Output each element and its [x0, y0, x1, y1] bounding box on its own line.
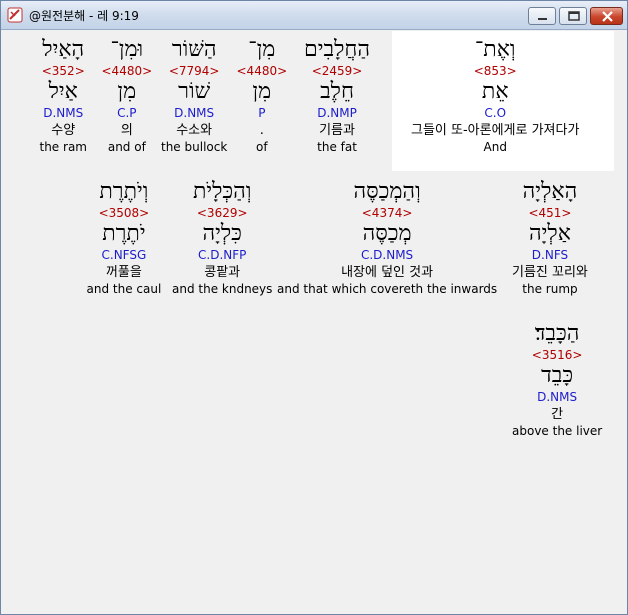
- root-word: מְכַסֶּה: [362, 221, 412, 246]
- morphology-code: P: [258, 106, 266, 120]
- english-gloss: the fat: [317, 140, 357, 154]
- root-word: כָּבֵד: [541, 363, 574, 388]
- korean-gloss: 수소와: [176, 123, 213, 138]
- english-gloss: above the liver: [512, 424, 603, 438]
- korean-gloss: 기름과: [319, 123, 355, 138]
- english-gloss: the ram: [39, 140, 87, 154]
- hebrew-word: וְאֶת־: [474, 37, 516, 62]
- hebrew-word: הָאַיִל: [42, 37, 85, 62]
- morphology-code: C.D.NFP: [198, 248, 247, 262]
- word-card[interactable]: הַכָּבֵד׃ <3516> כָּבֵד D.NMS 간 above the liv…: [512, 321, 602, 439]
- root-word: חֵלֶב: [320, 79, 354, 104]
- hebrew-word: הַשּׁוֹר: [171, 37, 217, 62]
- morphology-code: D.NMS: [43, 106, 84, 120]
- word-card[interactable]: וְיֹתֶרֶת <3508> יֹתֶרֶת C.NFSG 꺼풀을 and the c…: [87, 179, 162, 297]
- strong-number[interactable]: <3516>: [512, 347, 602, 363]
- word-card[interactable]: וְהַכְּלָיֹת <3629> כִּלְיָה C.D.NFP 콩팥과 and …: [172, 179, 272, 297]
- word-card[interactable]: וּמִן־ <4480> מִן C.P 의 and of: [102, 37, 153, 155]
- close-button[interactable]: [590, 7, 623, 25]
- korean-gloss: 콩팥과: [204, 265, 241, 280]
- word-card[interactable]: הַחֲלָבִים <2459> חֵלֶב D.NMP 기름과 the fat: [304, 37, 370, 155]
- root-word: אַיִל: [48, 79, 78, 104]
- hebrew-word: וְהַכְּלָיֹת: [192, 179, 252, 204]
- korean-gloss: 기름진 꼬리와: [512, 265, 588, 280]
- korean-gloss: 내장에 덮인 것과: [341, 265, 434, 280]
- korean-gloss: 꺼풀을: [105, 265, 142, 280]
- korean-gloss: 그들이 또-아론에게로 가져다가: [411, 123, 580, 138]
- strong-number[interactable]: <2459>: [304, 63, 370, 79]
- window-title: @원전분해 - 레 9:19: [29, 9, 139, 23]
- root-word: מִן: [252, 79, 272, 104]
- english-gloss: and that which covereth the inwards: [277, 282, 498, 296]
- hebrew-word: הָאַלְיָה: [522, 179, 578, 204]
- minimize-button[interactable]: [528, 7, 556, 25]
- morphology-code: D.NMS: [537, 390, 578, 404]
- korean-gloss: 의: [120, 123, 133, 138]
- hebrew-word: הַחֲלָבִים: [304, 37, 371, 62]
- korean-gloss: 수양: [51, 123, 76, 138]
- maximize-button[interactable]: [559, 7, 587, 25]
- word-card[interactable]: מִן־ <4480> מִן P. of: [237, 37, 288, 155]
- word-card[interactable]: הָאַלְיָה <451> אַלְיָה D.NFS 기름진 꼬리와 the rum…: [512, 179, 588, 297]
- strong-number[interactable]: <3629>: [172, 205, 272, 221]
- english-gloss: the rump: [522, 282, 578, 296]
- morphology-code: C.P: [117, 106, 137, 120]
- title-bar[interactable]: @원전분해 - 레 9:19: [1, 1, 627, 30]
- morphology-code: D.NMP: [317, 106, 357, 120]
- root-word: אַלְיָה: [528, 221, 571, 246]
- hebrew-word: וּמִן־: [110, 37, 144, 62]
- hebrew-word: הַכָּבֵד׃: [534, 321, 580, 346]
- strong-number[interactable]: <4480>: [102, 63, 153, 79]
- strong-number[interactable]: <3508>: [87, 205, 162, 221]
- strong-number[interactable]: <4374>: [277, 205, 497, 221]
- korean-gloss: 간: [551, 407, 564, 422]
- morphology-code: C.NFSG: [101, 248, 147, 262]
- root-word: מִן: [117, 79, 137, 104]
- english-gloss: and the kndneys: [172, 282, 273, 296]
- root-word: כִּלְיָה: [202, 221, 242, 246]
- korean-gloss: .: [259, 123, 264, 138]
- analysis-pane: וְאֶת־ <853> אֵת C.O 그들이 또-아론에게로 가져다가 And הַחֲ…: [7, 31, 619, 609]
- english-gloss: the bullock: [161, 140, 228, 154]
- hebrew-word: וְהַמְכַסֶּה: [353, 179, 421, 204]
- english-gloss: of: [256, 140, 268, 154]
- word-card[interactable]: וְאֶת־ <853> אֵת C.O 그들이 또-아론에게로 가져다가 And: [411, 37, 579, 155]
- strong-number[interactable]: <7794>: [161, 63, 227, 79]
- root-word: שׁוֹר: [178, 79, 211, 104]
- hebrew-word: וְיֹתֶרֶת: [99, 179, 149, 204]
- root-word: יֹתֶרֶת: [102, 221, 146, 246]
- morphology-code: D.NFS: [531, 248, 569, 262]
- morphology-code: D.NMS: [174, 106, 215, 120]
- word-card[interactable]: הָאַיִל <352> אַיִל D.NMS 수양 the ram: [40, 37, 87, 155]
- word-card[interactable]: וְהַמְכַסֶּה <4374> מְכַסֶּה C.D.NMS 내장에 덮인 …: [277, 179, 497, 297]
- morphology-code: C.D.NMS: [360, 248, 414, 262]
- strong-number[interactable]: <352>: [40, 63, 87, 79]
- app-window: @원전분해 - 레 9:19 וְאֶת־ <853> אֵת C.O 그들이 또-아론…: [0, 0, 628, 615]
- morphology-code: C.O: [484, 106, 507, 120]
- hebrew-word: מִן־: [248, 37, 276, 62]
- word-card[interactable]: הַשּׁוֹר <7794> שׁוֹר D.NMS 수소와 the bullock: [161, 37, 227, 155]
- english-gloss: And: [483, 140, 507, 154]
- strong-number[interactable]: <4480>: [237, 63, 288, 79]
- root-word: אֵת: [481, 79, 509, 104]
- english-gloss: and of: [107, 140, 146, 154]
- english-gloss: and the caul: [86, 282, 162, 296]
- strong-number[interactable]: <451>: [512, 205, 588, 221]
- strong-number[interactable]: <853>: [411, 63, 579, 79]
- app-icon: [7, 7, 23, 23]
